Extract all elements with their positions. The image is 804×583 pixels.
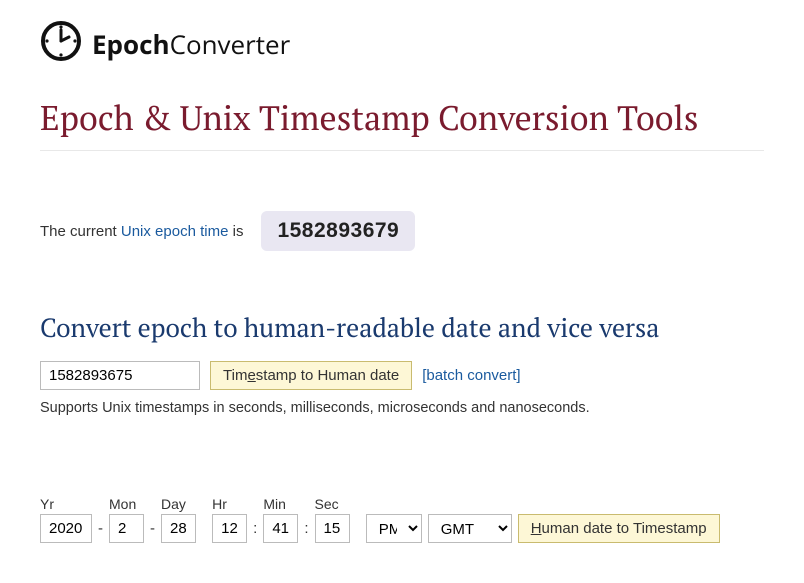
input-yr[interactable] [40, 514, 92, 543]
input-mon[interactable] [109, 514, 144, 543]
label-yr: Yr [40, 496, 92, 512]
sep-dash: - [150, 520, 155, 543]
select-timezone[interactable]: GMT [428, 514, 512, 543]
input-sec[interactable] [315, 514, 350, 543]
current-epoch-line: The current Unix epoch time is 158289367… [40, 211, 764, 251]
batch-convert-link[interactable]: [batch convert] [422, 367, 520, 384]
clock-icon [40, 20, 82, 67]
label-hr: Hr [212, 496, 247, 512]
logo-text: EpochConverter [92, 26, 290, 62]
divider [40, 150, 764, 151]
support-text: Supports Unix timestamps in seconds, mil… [40, 400, 764, 416]
label-day: Day [161, 496, 196, 512]
page-title: Epoch & Unix Timestamp Conversion Tools [40, 95, 764, 140]
unix-epoch-link[interactable]: Unix epoch time [121, 223, 229, 240]
input-day[interactable] [161, 514, 196, 543]
timestamp-to-human-button[interactable]: Timestamp to Human date [210, 361, 412, 390]
sep-space [202, 520, 206, 543]
current-epoch-value: 1582893679 [261, 211, 415, 251]
label-mon: Mon [109, 496, 144, 512]
current-suffix: is [228, 223, 243, 240]
input-hr[interactable] [212, 514, 247, 543]
sep-colon: : [304, 520, 308, 543]
sep-colon: : [253, 520, 257, 543]
current-prefix: The current [40, 223, 121, 240]
site-logo[interactable]: EpochConverter [40, 20, 764, 67]
human-date-form: Yr - Mon - Day Hr : Min : Sec PM GMT Hum… [40, 496, 764, 543]
input-min[interactable] [263, 514, 298, 543]
select-ampm[interactable]: PM [366, 514, 422, 543]
human-to-timestamp-button[interactable]: Human date to Timestamp [518, 514, 720, 543]
timestamp-input[interactable] [40, 361, 200, 390]
sep-space [356, 520, 360, 543]
label-sec: Sec [315, 496, 350, 512]
sep-dash: - [98, 520, 103, 543]
section-heading-convert: Convert epoch to human-readable date and… [40, 311, 764, 345]
label-min: Min [263, 496, 298, 512]
